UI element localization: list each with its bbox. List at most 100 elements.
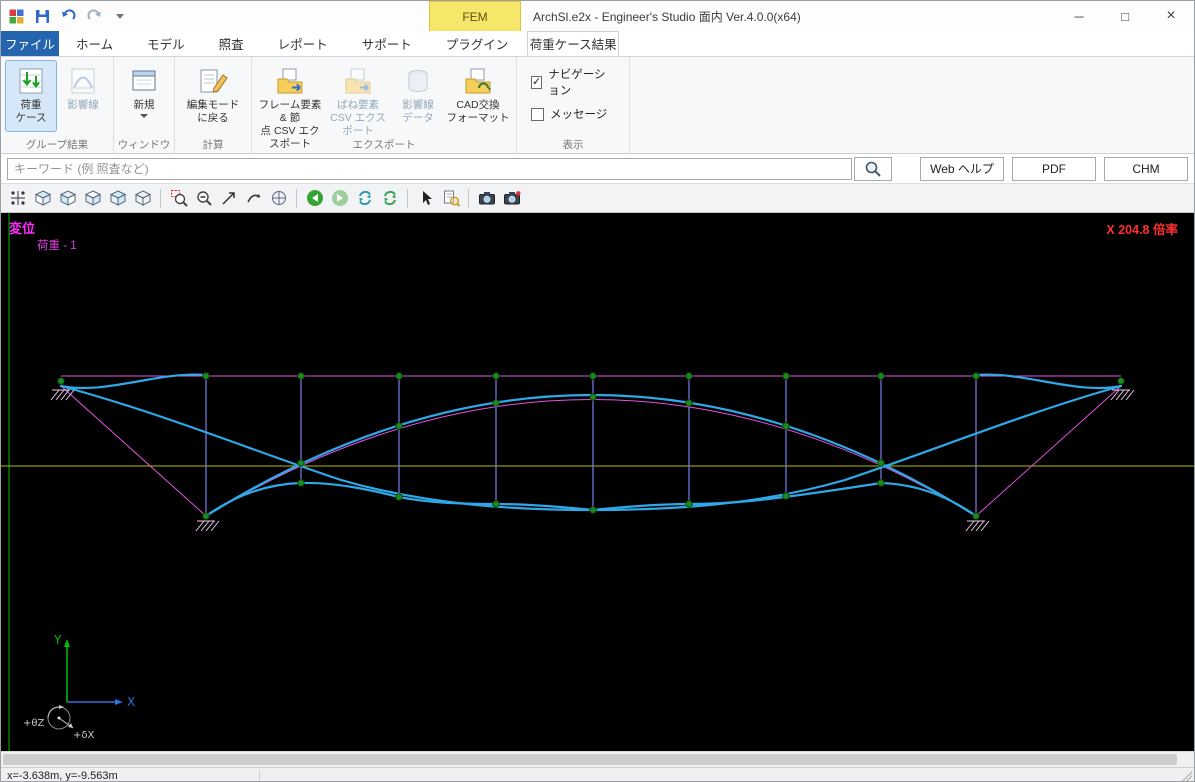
measure-arrow-icon[interactable] bbox=[217, 187, 240, 210]
load-case-icon bbox=[16, 64, 46, 98]
quick-access-toolbar bbox=[7, 1, 129, 31]
screenshot-icon[interactable] bbox=[475, 187, 498, 210]
message-checkbox[interactable] bbox=[531, 108, 544, 121]
app-logo-icon[interactable] bbox=[7, 7, 25, 25]
frame-csv-export-icon bbox=[274, 64, 306, 98]
regenerate-icon[interactable] bbox=[378, 187, 401, 210]
svg-text:X: X bbox=[127, 695, 135, 709]
refresh-view-icon[interactable] bbox=[353, 187, 376, 210]
zoom-out-icon[interactable] bbox=[192, 187, 215, 210]
view-cube-front-icon[interactable] bbox=[56, 187, 79, 210]
load-case-label-overlay: 荷重 - 1 bbox=[37, 237, 77, 253]
contextual-tab-group-fem[interactable]: FEM bbox=[429, 1, 521, 31]
influence-line-data-icon bbox=[403, 64, 433, 98]
cad-exchange-button[interactable]: CAD交換 フォーマット bbox=[444, 60, 512, 132]
influence-line-data-button: 影響線 データ bbox=[392, 60, 444, 132]
title-bar: FEM ArchSl.e2x - Engineer's Studio 面内 Ve… bbox=[1, 1, 1194, 31]
print-preview-icon[interactable] bbox=[439, 187, 462, 210]
navigation-checkbox-label: ナビゲーション bbox=[548, 66, 615, 98]
new-window-label: 新規 bbox=[134, 99, 155, 112]
influence-line-data-label: 影響線 データ bbox=[402, 99, 434, 125]
return-edit-mode-button[interactable]: 編集モード に戻る bbox=[179, 60, 247, 132]
group-label-calculation: 計算 bbox=[175, 137, 251, 152]
resize-grip[interactable] bbox=[1182, 771, 1192, 781]
rotate-view-icon[interactable] bbox=[242, 187, 265, 210]
ribbon-group-display: ナビゲーション メッセージ 表示 bbox=[517, 57, 630, 153]
message-checkbox-row[interactable]: メッセージ bbox=[531, 106, 615, 122]
screenshot-clipboard-icon[interactable] bbox=[500, 187, 523, 210]
horizontal-scrollbar[interactable] bbox=[1, 751, 1194, 767]
new-window-button[interactable]: 新規 bbox=[118, 60, 170, 132]
svg-text:Y: Y bbox=[53, 633, 62, 647]
ribbon: 荷重 ケース 影響線 グループ結果 新規 ウィンドウ bbox=[1, 57, 1194, 154]
displacement-scale-label: X 204.8 倍率 bbox=[1106, 219, 1178, 238]
search-row: Web ヘルプ PDF CHM bbox=[1, 154, 1194, 184]
search-button[interactable] bbox=[854, 157, 892, 181]
view-cube-top-icon[interactable] bbox=[106, 187, 129, 210]
new-window-dropdown-icon[interactable] bbox=[140, 114, 148, 118]
tab-support[interactable]: サポート bbox=[345, 31, 429, 56]
model-viewport[interactable]: YX+θZ+δX 変位 荷重 - 1 X 204.8 倍率 bbox=[1, 213, 1194, 751]
spring-csv-export-label: ばね要素 CSV エクスポート bbox=[325, 99, 391, 138]
cad-exchange-label: CAD交換 フォーマット bbox=[447, 99, 510, 125]
group-label-export: エクスポート bbox=[252, 137, 516, 152]
web-help-button[interactable]: Web ヘルプ bbox=[920, 157, 1004, 181]
window-title: ArchSl.e2x - Engineer's Studio 面内 Ver.4.… bbox=[533, 1, 801, 31]
status-divider bbox=[259, 770, 260, 781]
view-toolbar bbox=[1, 184, 1194, 213]
pdf-help-button[interactable]: PDF bbox=[1012, 157, 1096, 181]
customize-toolbar-dropdown-icon[interactable] bbox=[111, 7, 129, 25]
nav-forward-icon[interactable] bbox=[328, 187, 351, 210]
cursor-coordinates: x=-3.638m, y=-9.563m bbox=[7, 770, 118, 782]
chm-help-button[interactable]: CHM bbox=[1104, 157, 1188, 181]
group-label-display: 表示 bbox=[517, 137, 629, 152]
influence-line-icon bbox=[68, 64, 98, 98]
app-window: FEM ArchSl.e2x - Engineer's Studio 面内 Ve… bbox=[0, 0, 1195, 782]
spring-csv-export-button: ばね要素 CSV エクスポート bbox=[324, 60, 392, 139]
ribbon-group-calculation: 編集モード に戻る 計算 bbox=[175, 57, 252, 153]
zoom-window-icon[interactable] bbox=[167, 187, 190, 210]
model-canvas-svg: YX+θZ+δX bbox=[1, 213, 1195, 751]
tab-check[interactable]: 照査 bbox=[202, 31, 261, 56]
undo-icon[interactable] bbox=[59, 7, 77, 25]
tab-load-case-results[interactable]: 荷重ケース結果 bbox=[527, 31, 619, 56]
ribbon-group-export: フレーム要素 & 節 点 CSV エクスポート ばね要素 CSV エクスポート … bbox=[252, 57, 517, 153]
redo-icon[interactable] bbox=[85, 7, 103, 25]
group-label-group-results: グループ結果 bbox=[1, 137, 113, 152]
group-label-window: ウィンドウ bbox=[114, 137, 174, 152]
tab-file[interactable]: ファイル bbox=[1, 31, 59, 56]
close-button[interactable]: × bbox=[1148, 1, 1194, 31]
view-cube-side-icon[interactable] bbox=[81, 187, 104, 210]
result-mode-label: 変位 bbox=[9, 218, 35, 237]
minimize-button[interactable]: ─ bbox=[1056, 1, 1102, 31]
horizontal-scrollbar-thumb[interactable] bbox=[3, 754, 1177, 765]
tab-model[interactable]: モデル bbox=[130, 31, 202, 56]
tab-home[interactable]: ホーム bbox=[59, 31, 130, 56]
navigation-checkbox-row[interactable]: ナビゲーション bbox=[531, 66, 615, 98]
spring-csv-export-icon bbox=[342, 64, 374, 98]
view-cube-iso-icon[interactable] bbox=[31, 187, 54, 210]
nav-back-icon[interactable] bbox=[303, 187, 326, 210]
search-icon bbox=[864, 160, 882, 178]
window-controls: ─ □ × bbox=[1056, 1, 1194, 31]
edit-mode-icon bbox=[197, 64, 229, 98]
load-case-label: 荷重 ケース bbox=[16, 99, 47, 125]
svg-text:+δX: +δX bbox=[73, 730, 94, 741]
influence-line-button: 影響線 bbox=[57, 60, 109, 132]
keyword-search-input[interactable] bbox=[7, 158, 852, 180]
new-window-icon bbox=[129, 64, 159, 98]
status-bar: x=-3.638m, y=-9.563m bbox=[1, 767, 1194, 782]
view-cube-wire-icon[interactable] bbox=[131, 187, 154, 210]
maximize-button[interactable]: □ bbox=[1102, 1, 1148, 31]
tab-plugin[interactable]: プラグイン bbox=[429, 31, 526, 56]
navigation-checkbox[interactable] bbox=[531, 76, 542, 89]
influence-line-label: 影響線 bbox=[67, 99, 99, 112]
cad-exchange-icon bbox=[462, 64, 494, 98]
origin-axes-icon[interactable] bbox=[267, 187, 290, 210]
ribbon-group-group-results: 荷重 ケース 影響線 グループ結果 bbox=[1, 57, 114, 153]
tab-report[interactable]: レポート bbox=[261, 31, 345, 56]
node-grid-icon[interactable] bbox=[6, 187, 29, 210]
load-case-button[interactable]: 荷重 ケース bbox=[5, 60, 57, 132]
save-icon[interactable] bbox=[33, 7, 51, 25]
pointer-tool-icon[interactable] bbox=[414, 187, 437, 210]
